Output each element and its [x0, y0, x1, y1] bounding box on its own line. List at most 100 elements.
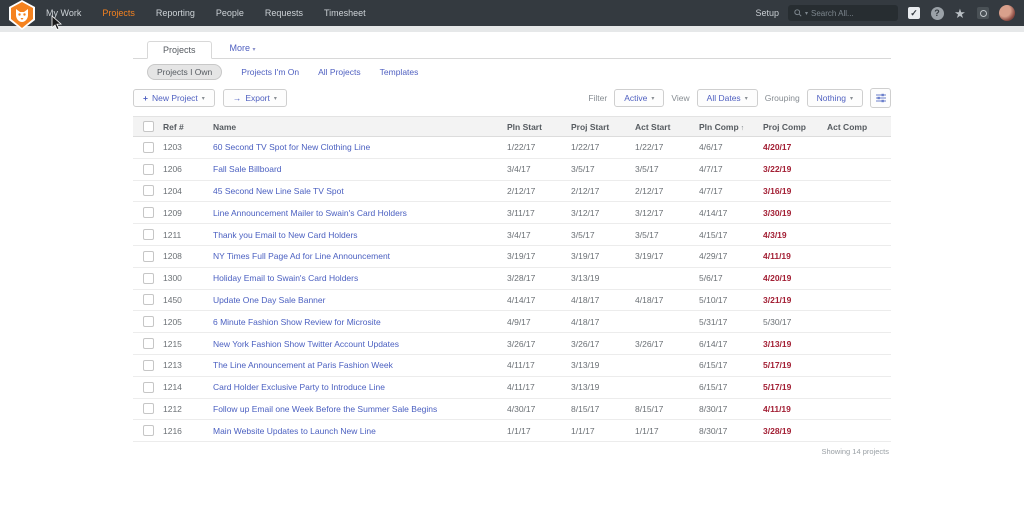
header-pln-start[interactable]: Pln Start — [507, 122, 571, 132]
project-link[interactable]: Line Announcement Mailer to Swain's Card… — [213, 208, 407, 218]
topnav-items: My WorkProjectsReportingPeopleRequestsTi… — [46, 8, 366, 18]
cell-ref: 1212 — [163, 404, 213, 414]
subtab-projects-i-own[interactable]: Projects I Own — [147, 64, 222, 80]
header-proj-start[interactable]: Proj Start — [571, 122, 635, 132]
export-arrow-icon: → — [233, 93, 242, 103]
cell-act_start: 1/1/17 — [635, 426, 699, 436]
screen-icon[interactable] — [976, 6, 990, 20]
row-checkbox[interactable] — [143, 403, 154, 414]
project-link[interactable]: 45 Second New Line Sale TV Spot — [213, 186, 344, 196]
cell-pln_comp: 4/6/17 — [699, 142, 763, 152]
help-icon[interactable]: ? — [930, 6, 944, 20]
search-scope-caret-icon[interactable]: ▾ — [805, 10, 808, 17]
global-search[interactable]: ▾ Search All... — [788, 5, 898, 21]
row-checkbox[interactable] — [143, 316, 154, 327]
setup-link[interactable]: Setup — [755, 8, 779, 18]
topnav-right: Setup ▾ Search All... ✓ ? ★ — [755, 5, 1024, 21]
header-act-start[interactable]: Act Start — [635, 122, 699, 132]
project-link[interactable]: 60 Second TV Spot for New Clothing Line — [213, 142, 370, 152]
toolbar: + New Project ▾ → Export ▾ Filter Active… — [133, 88, 891, 108]
cell-act_start: 3/26/17 — [635, 339, 699, 349]
table-row: 120445 Second New Line Sale TV Spot2/12/… — [133, 181, 891, 203]
new-project-button[interactable]: + New Project ▾ — [133, 89, 215, 107]
cell-pln_start: 3/4/17 — [507, 164, 571, 174]
brand-logo[interactable] — [7, 0, 37, 31]
export-button[interactable]: → Export ▾ — [223, 89, 287, 107]
row-checkbox[interactable] — [143, 425, 154, 436]
cell-pln_comp: 5/10/17 — [699, 295, 763, 305]
row-checkbox[interactable] — [143, 164, 154, 175]
project-link[interactable]: NY Times Full Page Ad for Line Announcem… — [213, 251, 390, 261]
header-act-comp[interactable]: Act Comp — [827, 122, 891, 132]
view-dropdown[interactable]: All Dates▾ — [697, 89, 758, 107]
grouping-label: Grouping — [765, 93, 800, 103]
tab-projects[interactable]: Projects — [147, 41, 212, 59]
tab-more[interactable]: More ▾ — [230, 43, 256, 58]
project-link[interactable]: 6 Minute Fashion Show Review for Microsi… — [213, 317, 381, 327]
nav-item-reporting[interactable]: Reporting — [156, 8, 195, 18]
project-link[interactable]: The Line Announcement at Paris Fashion W… — [213, 360, 393, 370]
header-ref[interactable]: Ref # — [163, 122, 213, 132]
row-checkbox[interactable] — [143, 294, 154, 305]
header-name[interactable]: Name — [213, 122, 507, 132]
cell-pln_start: 1/1/17 — [507, 426, 571, 436]
row-checkbox[interactable] — [143, 338, 154, 349]
row-checkbox[interactable] — [143, 382, 154, 393]
project-link[interactable]: Card Holder Exclusive Party to Introduce… — [213, 382, 385, 392]
row-checkbox[interactable] — [143, 207, 154, 218]
cell-pln_comp: 8/30/17 — [699, 426, 763, 436]
project-link[interactable]: Main Website Updates to Launch New Line — [213, 426, 376, 436]
star-icon[interactable]: ★ — [953, 6, 967, 20]
chevron-down-icon: ▾ — [651, 95, 654, 102]
cell-ref: 1211 — [163, 230, 213, 240]
chevron-down-icon: ▾ — [274, 95, 277, 102]
cell-pln_start: 3/11/17 — [507, 208, 571, 218]
subtab-projects-i-m-on[interactable]: Projects I'm On — [241, 67, 299, 77]
table-body: 120360 Second TV Spot for New Clothing L… — [133, 137, 891, 442]
nav-item-projects[interactable]: Projects — [102, 8, 135, 18]
column-settings-button[interactable] — [870, 88, 891, 108]
project-link[interactable]: Holiday Email to Swain's Card Holders — [213, 273, 358, 283]
cell-ref: 1450 — [163, 295, 213, 305]
cell-proj_start: 3/13/19 — [571, 360, 635, 370]
header-proj-comp[interactable]: Proj Comp — [763, 122, 827, 132]
cell-proj_start: 3/13/19 — [571, 273, 635, 283]
row-checkbox[interactable] — [143, 185, 154, 196]
project-link[interactable]: Follow up Email one Week Before the Summ… — [213, 404, 437, 414]
row-checkbox[interactable] — [143, 360, 154, 371]
cell-ref: 1206 — [163, 164, 213, 174]
cell-pln_comp: 4/14/17 — [699, 208, 763, 218]
cell-ref: 1205 — [163, 317, 213, 327]
row-checkbox[interactable] — [143, 251, 154, 262]
tasks-check-icon[interactable]: ✓ — [907, 6, 921, 20]
cell-ref: 1215 — [163, 339, 213, 349]
cell-proj_comp: 5/17/19 — [763, 382, 827, 392]
nav-item-people[interactable]: People — [216, 8, 244, 18]
cell-proj_comp: 3/13/19 — [763, 339, 827, 349]
project-link[interactable]: New York Fashion Show Twitter Account Up… — [213, 339, 399, 349]
grouping-dropdown[interactable]: Nothing▾ — [807, 89, 863, 107]
project-link[interactable]: Update One Day Sale Banner — [213, 295, 325, 305]
view-label: View — [671, 93, 689, 103]
subtab-all-projects[interactable]: All Projects — [318, 67, 361, 77]
cell-proj_start: 3/5/17 — [571, 230, 635, 240]
header-pln-comp[interactable]: Pln Comp↑ — [699, 122, 763, 132]
cell-pln_start: 3/28/17 — [507, 273, 571, 283]
select-all-checkbox[interactable] — [143, 121, 154, 132]
row-checkbox[interactable] — [143, 273, 154, 284]
subtab-templates[interactable]: Templates — [380, 67, 419, 77]
cell-proj_start: 3/26/17 — [571, 339, 635, 349]
project-link[interactable]: Thank you Email to New Card Holders — [213, 230, 358, 240]
row-checkbox[interactable] — [143, 142, 154, 153]
filter-dropdown[interactable]: Active▾ — [614, 89, 664, 107]
cell-pln_start: 3/4/17 — [507, 230, 571, 240]
row-checkbox[interactable] — [143, 229, 154, 240]
project-link[interactable]: Fall Sale Billboard — [213, 164, 282, 174]
user-avatar[interactable] — [999, 5, 1015, 21]
table-footer-summary: Showing 14 projects — [133, 447, 891, 456]
projects-table: Ref # Name Pln Start Proj Start Act Star… — [133, 116, 891, 456]
cell-ref: 1204 — [163, 186, 213, 196]
nav-item-timesheet[interactable]: Timesheet — [324, 8, 366, 18]
chevron-down-icon: ▾ — [253, 47, 256, 53]
nav-item-requests[interactable]: Requests — [265, 8, 303, 18]
